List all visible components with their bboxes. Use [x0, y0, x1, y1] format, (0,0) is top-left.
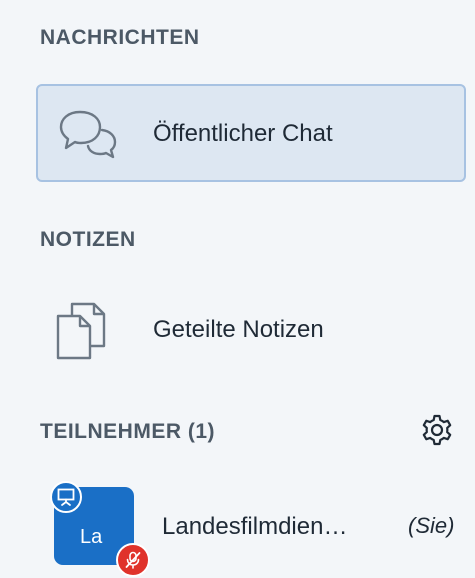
presenter-badge	[50, 481, 82, 513]
messages-section-title: NACHRICHTEN	[40, 26, 200, 49]
user-list-sidebar: NACHRICHTEN Öffentlicher Chat NOTIZEN Ge…	[0, 0, 475, 578]
gear-icon	[422, 414, 452, 446]
presenter-icon	[57, 488, 75, 506]
participant-name: Landesfilmdien…	[162, 513, 348, 540]
shared-notes-label: Geteilte Notizen	[153, 316, 324, 343]
shared-notes-item[interactable]: Geteilte Notizen	[36, 280, 466, 380]
notes-section-title: NOTIZEN	[40, 228, 136, 251]
participant-row[interactable]: La Landesfilmdien… (Sie)	[36, 475, 471, 577]
public-chat-label: Öffentlicher Chat	[153, 120, 333, 147]
muted-status-badge	[116, 543, 150, 577]
documents-icon	[56, 302, 106, 360]
participants-settings-button[interactable]	[420, 413, 454, 447]
microphone-muted-icon	[125, 551, 141, 569]
chat-bubbles-icon	[59, 110, 117, 159]
participant-self-label: (Sie)	[408, 513, 455, 538]
public-chat-item[interactable]: Öffentlicher Chat	[36, 84, 466, 182]
participants-section-title: TEILNEHMER (1)	[40, 420, 215, 443]
avatar-initials: La	[80, 526, 103, 548]
